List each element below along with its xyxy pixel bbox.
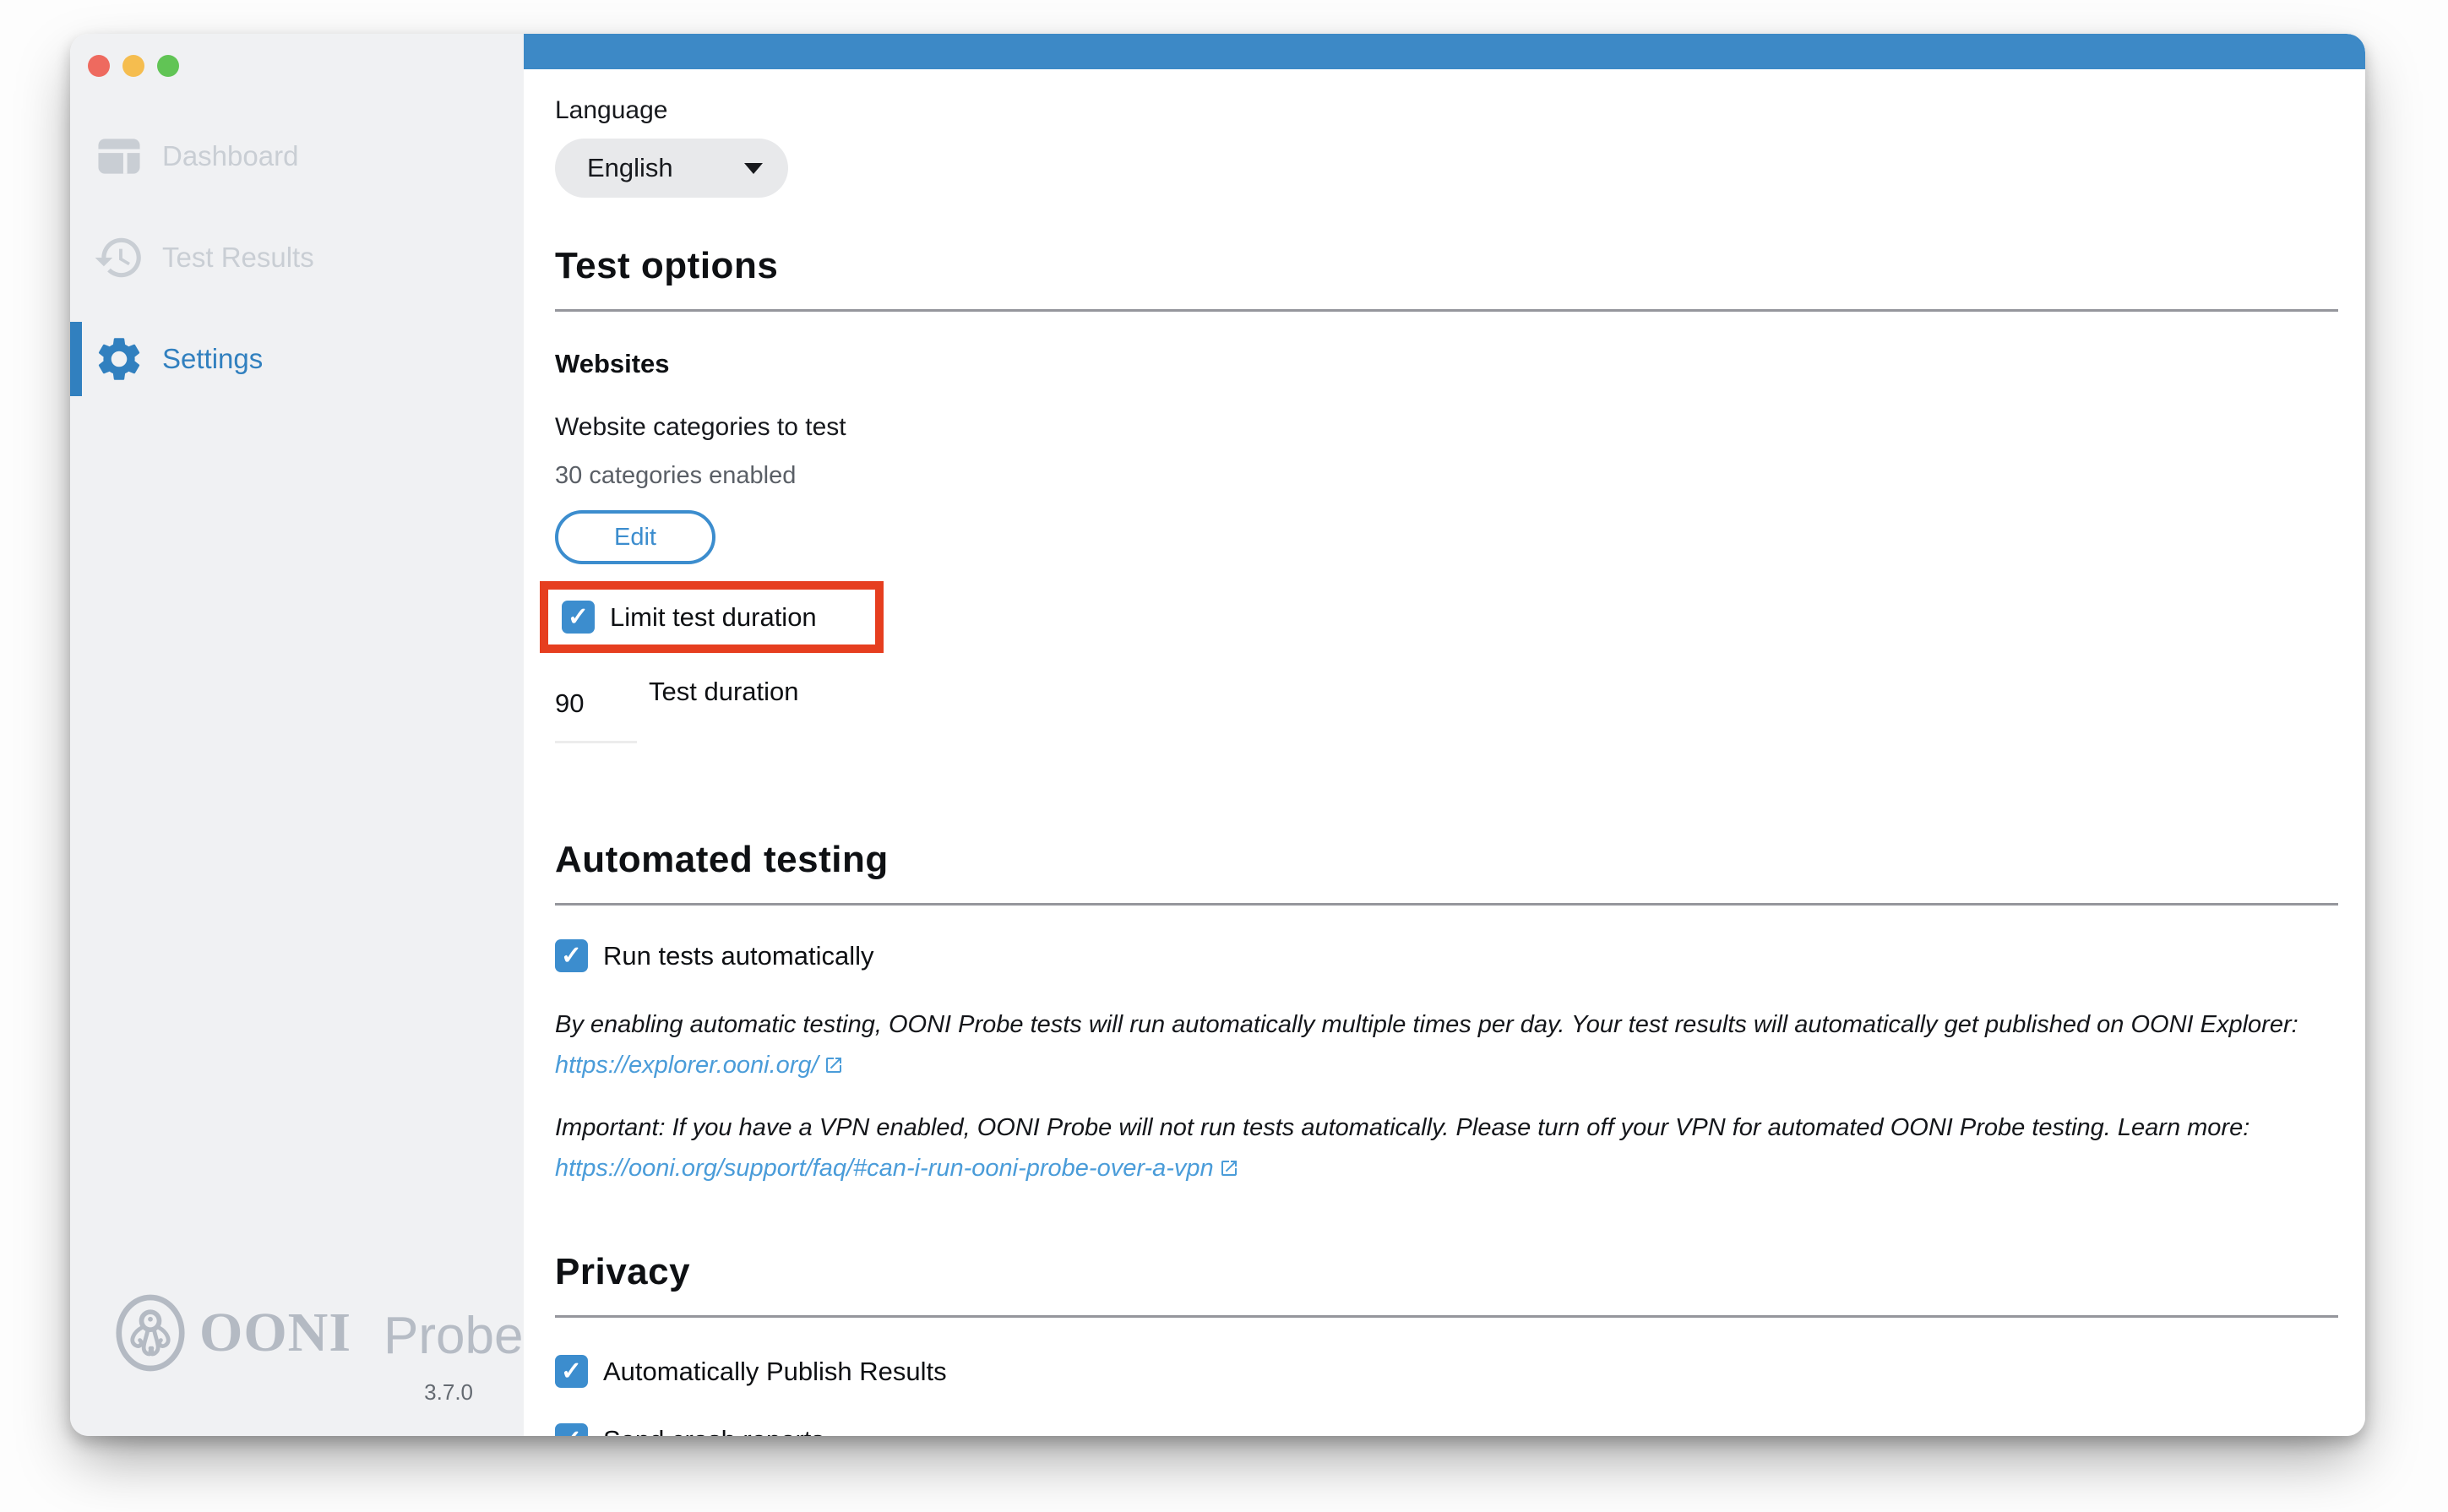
- sidebar-nav: Dashboard Test Results Settings: [70, 106, 524, 410]
- logo-product-text: Probe: [384, 1306, 523, 1366]
- limit-test-duration-checkbox[interactable]: ✓: [562, 601, 595, 634]
- run-tests-automatically-row[interactable]: ✓ Run tests automatically: [555, 939, 2338, 972]
- active-indicator: [70, 322, 82, 396]
- categories-enabled-status: 30 categories enabled: [555, 462, 2338, 490]
- send-crash-reports-label: Send crash reports: [603, 1425, 824, 1437]
- check-icon: ✓: [561, 1359, 582, 1384]
- window-controls: [88, 55, 179, 77]
- annotation-highlight-box: ✓ Limit test duration: [540, 581, 884, 653]
- close-window-button[interactable]: [88, 55, 110, 77]
- vpn-note-text: Important: If you have a VPN enabled, OO…: [555, 1114, 2249, 1141]
- explorer-link[interactable]: https://explorer.ooni.org/: [555, 1048, 844, 1082]
- website-categories-label: Website categories to test: [555, 413, 2338, 442]
- language-label: Language: [555, 96, 2338, 125]
- caret-down-icon: [744, 163, 763, 174]
- language-selected-value: English: [587, 153, 744, 183]
- sidebar-item-settings[interactable]: Settings: [70, 308, 524, 410]
- zoom-window-button[interactable]: [157, 55, 179, 77]
- test-duration-label: Test duration: [649, 677, 799, 707]
- settings-page: Language English Test options Websites W…: [524, 34, 2365, 1436]
- section-heading-test-options: Test options: [555, 245, 2338, 287]
- sidebar: Dashboard Test Results Settings: [70, 34, 524, 1436]
- ooni-octopus-logo: [115, 1293, 186, 1373]
- external-link-icon: [824, 1055, 844, 1075]
- limit-test-duration-row[interactable]: ✓ Limit test duration: [562, 601, 875, 634]
- explorer-note-text: By enabling automatic testing, OONI Prob…: [555, 1011, 2298, 1038]
- sidebar-version: 3.7.0: [115, 1379, 476, 1406]
- sidebar-item-label: Dashboard: [162, 140, 298, 172]
- check-icon: ✓: [561, 1428, 582, 1437]
- section-heading-privacy: Privacy: [555, 1251, 2338, 1293]
- explorer-link-text: https://explorer.ooni.org/: [555, 1048, 819, 1082]
- websites-subheading: Websites: [555, 349, 2338, 379]
- auto-publish-results-label: Automatically Publish Results: [603, 1357, 947, 1387]
- section-divider: [555, 903, 2338, 906]
- language-select[interactable]: English: [555, 139, 788, 198]
- minimize-window-button[interactable]: [122, 55, 144, 77]
- sidebar-item-test-results[interactable]: Test Results: [70, 207, 524, 308]
- ooni-probe-logo: OONI Probe 3.7.0: [115, 1293, 476, 1406]
- run-tests-automatically-label: Run tests automatically: [603, 941, 873, 971]
- run-tests-automatically-checkbox[interactable]: ✓: [555, 939, 588, 972]
- app-window: Dashboard Test Results Settings: [70, 34, 2365, 1436]
- auto-publish-results-checkbox[interactable]: ✓: [555, 1355, 588, 1388]
- logo-brand-text: OONI: [199, 1301, 351, 1365]
- edit-categories-button[interactable]: Edit: [555, 510, 715, 564]
- section-heading-automated-testing: Automated testing: [555, 839, 2338, 881]
- header-bar: [524, 34, 2365, 69]
- vpn-note: Important: If you have a VPN enabled, OO…: [555, 1111, 2338, 1185]
- gear-icon: [93, 333, 145, 385]
- vpn-faq-link[interactable]: https://ooni.org/support/faq/#can-i-run-…: [555, 1151, 1239, 1185]
- test-duration-field-block: 90 Test duration: [555, 677, 2338, 761]
- history-icon: [93, 231, 145, 284]
- automatic-testing-note: By enabling automatic testing, OONI Prob…: [555, 1008, 2338, 1082]
- section-divider: [555, 309, 2338, 312]
- auto-publish-results-row[interactable]: ✓ Automatically Publish Results: [555, 1355, 2338, 1388]
- vpn-faq-link-text: https://ooni.org/support/faq/#can-i-run-…: [555, 1151, 1214, 1185]
- limit-test-duration-label: Limit test duration: [610, 602, 817, 633]
- section-divider: [555, 1315, 2338, 1318]
- check-icon: ✓: [568, 605, 589, 630]
- dashboard-icon: [93, 130, 145, 182]
- send-crash-reports-checkbox[interactable]: ✓: [555, 1423, 588, 1436]
- settings-content: Language English Test options Websites W…: [524, 69, 2365, 1436]
- sidebar-item-label: Test Results: [162, 242, 314, 274]
- external-link-icon: [1219, 1158, 1239, 1178]
- sidebar-item-label: Settings: [162, 343, 263, 375]
- check-icon: ✓: [561, 944, 582, 969]
- test-duration-input[interactable]: 90: [555, 677, 637, 743]
- send-crash-reports-row[interactable]: ✓ Send crash reports: [555, 1423, 2338, 1436]
- sidebar-item-dashboard[interactable]: Dashboard: [70, 106, 524, 207]
